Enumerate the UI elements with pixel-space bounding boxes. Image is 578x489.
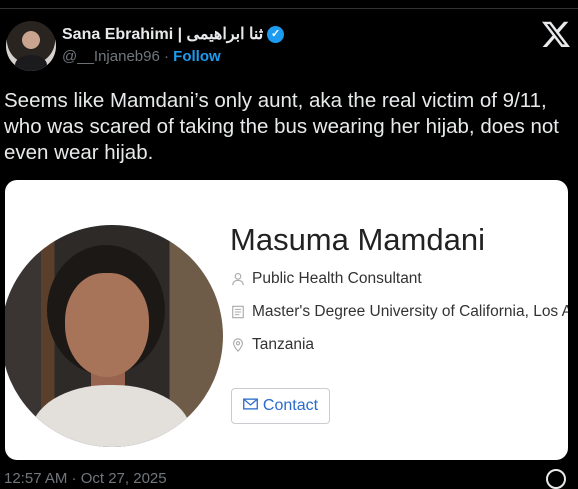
contact-button[interactable]: Contact [231, 388, 330, 424]
profile-education: Master's Degree University of California… [252, 303, 568, 320]
info-icon[interactable] [546, 469, 566, 489]
top-divider [0, 8, 578, 9]
profile-card-image[interactable]: Masuma Mamdani Public Health Consultant … [5, 180, 568, 460]
location-pin-icon [230, 337, 246, 353]
author-handle-row: @__Injaneb96 · Follow [62, 48, 221, 65]
profile-education-row: Master's Degree University of California… [230, 303, 568, 321]
author-name-row[interactable]: Sana Ebrahimi | ثنا ابراهیمی ✓ [62, 24, 285, 44]
author-handle[interactable]: @__Injaneb96 [62, 48, 160, 65]
profile-location-row: Tanzania [230, 336, 314, 354]
verified-badge-icon: ✓ [267, 25, 285, 43]
profile-title: Public Health Consultant [252, 270, 422, 287]
author-avatar[interactable] [6, 21, 56, 71]
tweet-text: Seems like Mamdani’s only aunt, aka the … [4, 89, 559, 164]
profile-photo [5, 225, 223, 447]
x-logo-icon[interactable] [542, 20, 570, 48]
contact-button-label: Contact [262, 397, 319, 414]
handle-separator: · [163, 48, 169, 65]
profile-name: Masuma Mamdani [230, 222, 485, 257]
person-icon [230, 271, 246, 287]
diploma-icon [230, 304, 246, 320]
author-display-name[interactable]: Sana Ebrahimi | ثنا ابراهیمی [62, 24, 263, 44]
follow-button[interactable]: Follow [173, 48, 221, 65]
envelope-icon [243, 397, 258, 415]
profile-location: Tanzania [252, 336, 315, 353]
profile-title-row: Public Health Consultant [230, 270, 422, 288]
